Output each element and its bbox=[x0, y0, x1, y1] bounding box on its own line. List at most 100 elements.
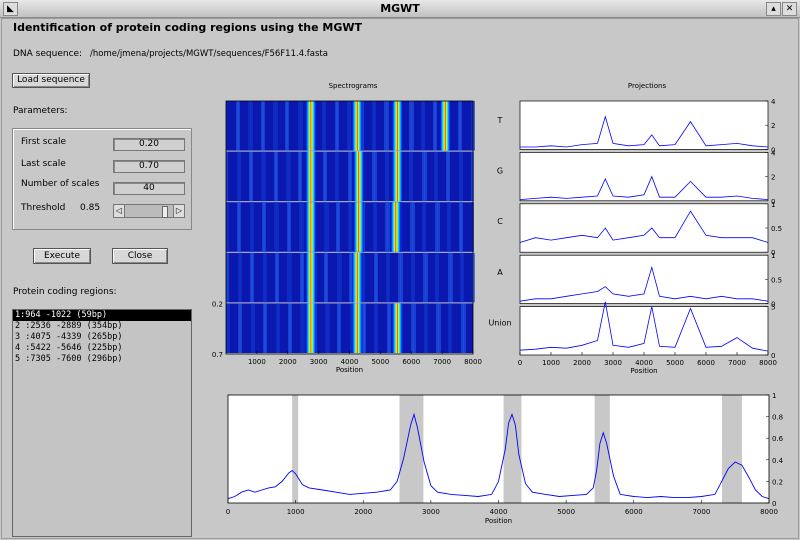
maximize-icon[interactable]: ▴ bbox=[766, 2, 781, 16]
spectrogram-streak bbox=[236, 101, 239, 151]
spectrogram-row-label: A bbox=[497, 268, 503, 277]
projection-panel-a bbox=[519, 254, 769, 304]
spectrogram-streak bbox=[300, 202, 302, 252]
projection-x-tick-label: 8000 bbox=[759, 359, 777, 367]
projection-x-tick-label: 6000 bbox=[697, 359, 715, 367]
spectrogram-hotspot bbox=[392, 303, 403, 353]
spectrogram-streak bbox=[276, 303, 278, 353]
spectrogram-streak bbox=[336, 202, 338, 252]
spectrogram-streak bbox=[286, 151, 287, 202]
bottom-x-tick-label: 0 bbox=[226, 508, 230, 516]
spectrogram-streak bbox=[423, 252, 424, 303]
app-window: Identification of protein coding regions… bbox=[1, 18, 799, 539]
spectrogram-streak bbox=[238, 303, 241, 353]
spectrogram-streak bbox=[421, 101, 423, 151]
spectrogram-streak bbox=[273, 101, 274, 151]
spectrogram-streak bbox=[449, 252, 451, 303]
spectrogram-x-tick-label: 2000 bbox=[279, 358, 297, 366]
spectrogram-streak bbox=[250, 202, 252, 252]
spectrogram-x-tick-label: 6000 bbox=[402, 358, 420, 366]
spectrogram-streak bbox=[435, 252, 437, 303]
spectrogram-streak bbox=[287, 252, 288, 303]
spectrogram-streak bbox=[372, 151, 373, 202]
spectrogram-x-tick-label: 1000 bbox=[248, 358, 266, 366]
window-titlebar: ◣ MGWT ▴ ✕ bbox=[0, 0, 800, 18]
spectrogram-streak bbox=[288, 303, 291, 353]
spectrogram-streak bbox=[299, 202, 300, 252]
spectrogram-streak bbox=[275, 202, 277, 252]
spectrogram-y-tick-label: 0.7 bbox=[212, 351, 223, 359]
spectrogram-streak bbox=[337, 303, 339, 353]
spectrogram-streak bbox=[437, 303, 439, 353]
projection-x-tick-label: 4000 bbox=[635, 359, 653, 367]
spectrogram-streak bbox=[460, 252, 462, 303]
spectrogram-streak bbox=[362, 303, 364, 353]
spectrogram-streak bbox=[298, 101, 299, 151]
spectrogram-streak bbox=[446, 151, 449, 202]
projection-x-tick-label: 3000 bbox=[604, 359, 622, 367]
projection-x-tick-label: 5000 bbox=[666, 359, 684, 367]
spectrogram-row-label: C bbox=[497, 217, 503, 226]
spectrogram-streak bbox=[288, 252, 290, 303]
spectrogram-streak bbox=[409, 151, 411, 202]
bottom-y-tick-label: 0.2 bbox=[772, 478, 783, 486]
spectrogram-streak bbox=[410, 101, 412, 151]
projection-y-tick-label: 1 bbox=[771, 201, 775, 209]
spectrogram-x-tick-label: 3000 bbox=[310, 358, 328, 366]
spectrogram-y-tick-label: 0.2 bbox=[212, 300, 223, 308]
spectrogram-streak bbox=[300, 252, 303, 303]
spectrogram-hotspot bbox=[352, 252, 363, 303]
spectrogram-streak bbox=[237, 151, 239, 202]
spectrogram-streak bbox=[385, 101, 387, 151]
coding-region-band bbox=[722, 395, 742, 503]
bottom-xlabel: Position bbox=[485, 517, 512, 525]
projection-panel-g bbox=[519, 152, 769, 202]
spectrogram-streak bbox=[436, 202, 438, 252]
spectrogram-hotspot bbox=[305, 101, 316, 151]
spectrogram-streak bbox=[249, 101, 251, 151]
spectrogram-streak bbox=[263, 303, 266, 353]
spectrogram-streak bbox=[227, 252, 229, 303]
spectrogram-x-tick-label: 4000 bbox=[341, 358, 359, 366]
spectrogram-streak bbox=[411, 202, 413, 252]
projection-y-tick-label: 4 bbox=[771, 149, 776, 157]
spectrogram-streak bbox=[338, 252, 340, 303]
spectrogram-streak bbox=[374, 252, 376, 303]
spectrogram-hotspot bbox=[392, 151, 403, 202]
spectrogram-hotspot bbox=[305, 202, 316, 252]
spectrogram-streak bbox=[459, 151, 461, 202]
spectrogram-streak bbox=[373, 151, 375, 202]
bottom-x-tick-label: 1000 bbox=[287, 508, 305, 516]
close-icon[interactable]: ✕ bbox=[782, 2, 797, 16]
projection-y-tick-label: 4 bbox=[771, 98, 776, 106]
spectrogram-streak bbox=[384, 101, 385, 151]
spectrogram-streak bbox=[274, 101, 276, 151]
projection-y-tick-label: 2 bbox=[771, 174, 775, 182]
projections-chart: 02402400.5100.51050 1000 2000 3000 4000 5000 6… bbox=[518, 98, 782, 375]
spectrogram-streak bbox=[237, 202, 240, 252]
spectrogram-streak bbox=[422, 202, 424, 252]
spectrogram-streak bbox=[251, 303, 253, 353]
spectrogram-streak bbox=[250, 252, 253, 303]
spectrogram-streak bbox=[411, 303, 412, 353]
spectrogram-streak bbox=[287, 151, 289, 202]
spectrogram-streak bbox=[335, 151, 338, 202]
spectrogram-streak bbox=[434, 151, 436, 202]
spectrogram-streak bbox=[337, 252, 338, 303]
spectrogram-streak bbox=[323, 151, 325, 202]
spectrogram-x-tick-label: 5000 bbox=[371, 358, 389, 366]
bottom-x-tick-label: 7000 bbox=[692, 508, 710, 516]
spectrogram-streak bbox=[423, 151, 425, 202]
spectrogram-streak bbox=[324, 252, 326, 303]
spectrogram-streak bbox=[412, 303, 414, 353]
spectrogram-streak bbox=[261, 151, 262, 202]
spectrogram-streak bbox=[325, 202, 327, 252]
spectrogram-streak bbox=[386, 202, 388, 252]
spectrogram-streak bbox=[274, 202, 275, 252]
spectrogram-streak bbox=[433, 101, 436, 151]
coding-region-band bbox=[292, 395, 299, 503]
spectrogram-chart: T G C A Union 1000 2000 3000 4000 5000 6000 7000 800… bbox=[212, 100, 512, 374]
spectrogram-streak bbox=[436, 303, 437, 353]
spectrogram-streak bbox=[298, 151, 300, 202]
spectrogram-streak bbox=[410, 202, 411, 252]
